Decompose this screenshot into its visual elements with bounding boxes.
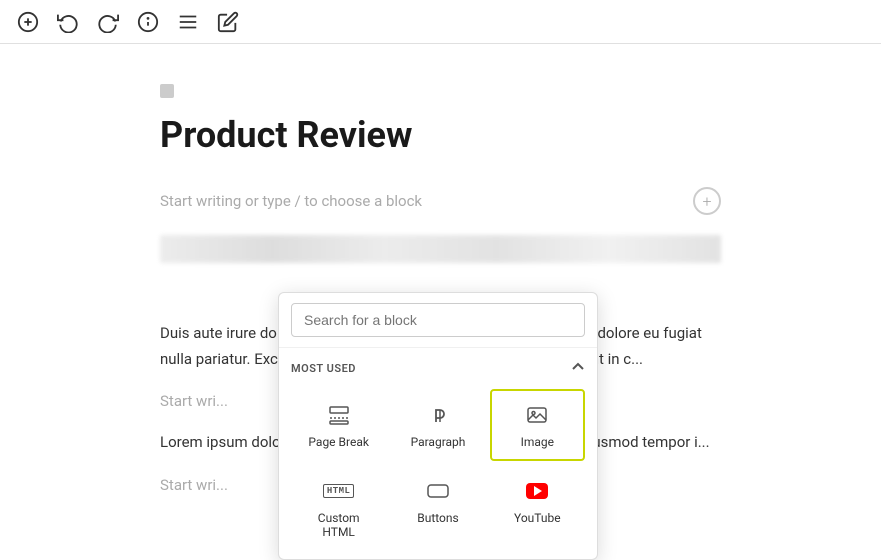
category-indicator [160, 84, 174, 98]
block-item-image[interactable]: Image [490, 389, 585, 461]
block-picker-popup: Most used P [278, 292, 598, 560]
editor-area: Product Review Start writing or type / t… [0, 44, 881, 554]
section-collapse-button[interactable] [571, 360, 585, 377]
editor-toolbar [0, 0, 881, 44]
block-item-youtube[interactable]: YouTube [490, 465, 585, 551]
add-block-toolbar-button[interactable] [12, 6, 44, 38]
post-title[interactable]: Product Review [160, 114, 721, 157]
section-title: Most used [291, 362, 356, 375]
inline-add-button[interactable]: + [693, 187, 721, 215]
info-button[interactable] [132, 6, 164, 38]
edit-mode-button[interactable] [212, 6, 244, 38]
section-header: Most used [291, 360, 585, 377]
block-item-page-break[interactable]: Page Break [291, 389, 386, 461]
placeholder-text: Start writing or type / to choose a bloc… [160, 192, 422, 210]
html-icon: HTML [323, 477, 355, 505]
page-break-icon [328, 401, 350, 429]
image-label: Image [521, 435, 554, 449]
block-grid: Page Break Paragraph [291, 389, 585, 551]
buttons-icon [427, 477, 449, 505]
page-break-label: Page Break [308, 435, 369, 449]
block-item-paragraph[interactable]: Paragraph [390, 389, 485, 461]
most-used-section: Most used P [279, 348, 597, 559]
buttons-label: Buttons [417, 511, 459, 525]
blurred-content [160, 235, 721, 263]
undo-button[interactable] [52, 6, 84, 38]
redo-button[interactable] [92, 6, 124, 38]
block-search-input[interactable] [291, 303, 585, 337]
paragraph-label: Paragraph [411, 435, 466, 449]
custom-html-label: Custom HTML [301, 511, 376, 539]
image-icon [526, 401, 548, 429]
block-item-buttons[interactable]: Buttons [390, 465, 485, 551]
paragraph-icon [427, 401, 449, 429]
block-item-custom-html[interactable]: HTML Custom HTML [291, 465, 386, 551]
youtube-label: YouTube [514, 511, 561, 525]
youtube-icon [526, 477, 548, 505]
block-search-container [279, 293, 597, 348]
block-placeholder: Start writing or type / to choose a bloc… [160, 187, 721, 215]
list-view-button[interactable] [172, 6, 204, 38]
